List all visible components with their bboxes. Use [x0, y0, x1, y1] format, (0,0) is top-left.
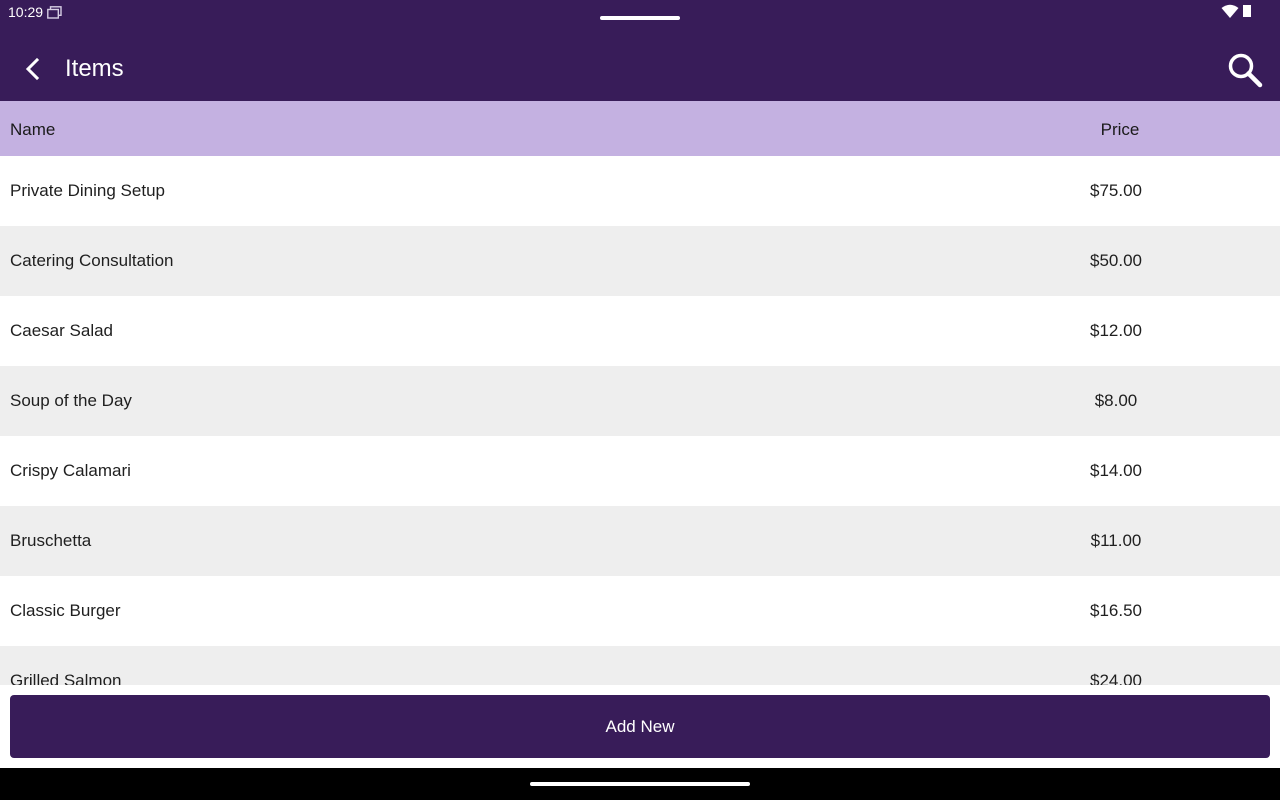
bottom-action-area: Add New: [0, 685, 1280, 768]
item-name: Classic Burger: [10, 601, 121, 620]
item-name: Crispy Calamari: [10, 461, 131, 480]
item-name: Soup of the Day: [10, 391, 132, 410]
top-drag-handle[interactable]: [600, 16, 680, 20]
item-name: Caesar Salad: [10, 321, 114, 340]
back-button[interactable]: [12, 49, 52, 89]
wifi-icon: [1221, 4, 1239, 18]
table-row[interactable]: Soup of the Day $8.00: [0, 366, 1280, 436]
table-row[interactable]: Caesar Salad $12.00: [0, 296, 1280, 366]
item-name: Catering Consultation: [10, 251, 174, 270]
item-name: Bruschetta: [10, 531, 92, 550]
notification-icon: [47, 6, 62, 19]
item-price: $75.00: [1090, 181, 1142, 200]
battery-icon: [1243, 5, 1251, 17]
home-gesture-handle[interactable]: [530, 782, 750, 786]
table-row[interactable]: Grilled Salmon $24.00: [0, 646, 1280, 685]
status-bar: 10:29: [0, 0, 1280, 24]
app-header: 10:29 Items: [0, 0, 1280, 101]
page-title: Items: [65, 55, 124, 82]
item-price: $24.00: [1090, 671, 1142, 685]
item-name: Grilled Salmon: [10, 671, 122, 685]
status-time: 10:29: [8, 4, 44, 20]
add-new-button[interactable]: Add New: [10, 695, 1270, 758]
arrow-back-icon: [25, 57, 40, 81]
search-button[interactable]: [1222, 47, 1268, 93]
item-price: $14.00: [1090, 461, 1142, 480]
item-price: $50.00: [1090, 251, 1142, 270]
item-price: $12.00: [1090, 321, 1142, 340]
table-row[interactable]: Crispy Calamari $14.00: [0, 436, 1280, 506]
item-name: Private Dining Setup: [10, 181, 165, 200]
toolbar: Items: [0, 37, 1280, 101]
item-price: $8.00: [1094, 391, 1138, 410]
item-price: $16.50: [1090, 601, 1142, 620]
column-header-name: Name: [10, 120, 56, 139]
table-row[interactable]: Bruschetta $11.00: [0, 506, 1280, 576]
items-list[interactable]: Private Dining Setup $75.00 Catering Con…: [0, 156, 1280, 685]
navigation-bar: [0, 768, 1280, 800]
column-header-price: Price: [1100, 120, 1140, 139]
table-header: Name Price: [0, 101, 1280, 156]
item-price: $11.00: [1090, 531, 1142, 550]
table-row[interactable]: Classic Burger $16.50: [0, 576, 1280, 646]
table-row[interactable]: Catering Consultation $50.00: [0, 226, 1280, 296]
search-icon: [1228, 53, 1263, 88]
table-row[interactable]: Private Dining Setup $75.00: [0, 156, 1280, 226]
